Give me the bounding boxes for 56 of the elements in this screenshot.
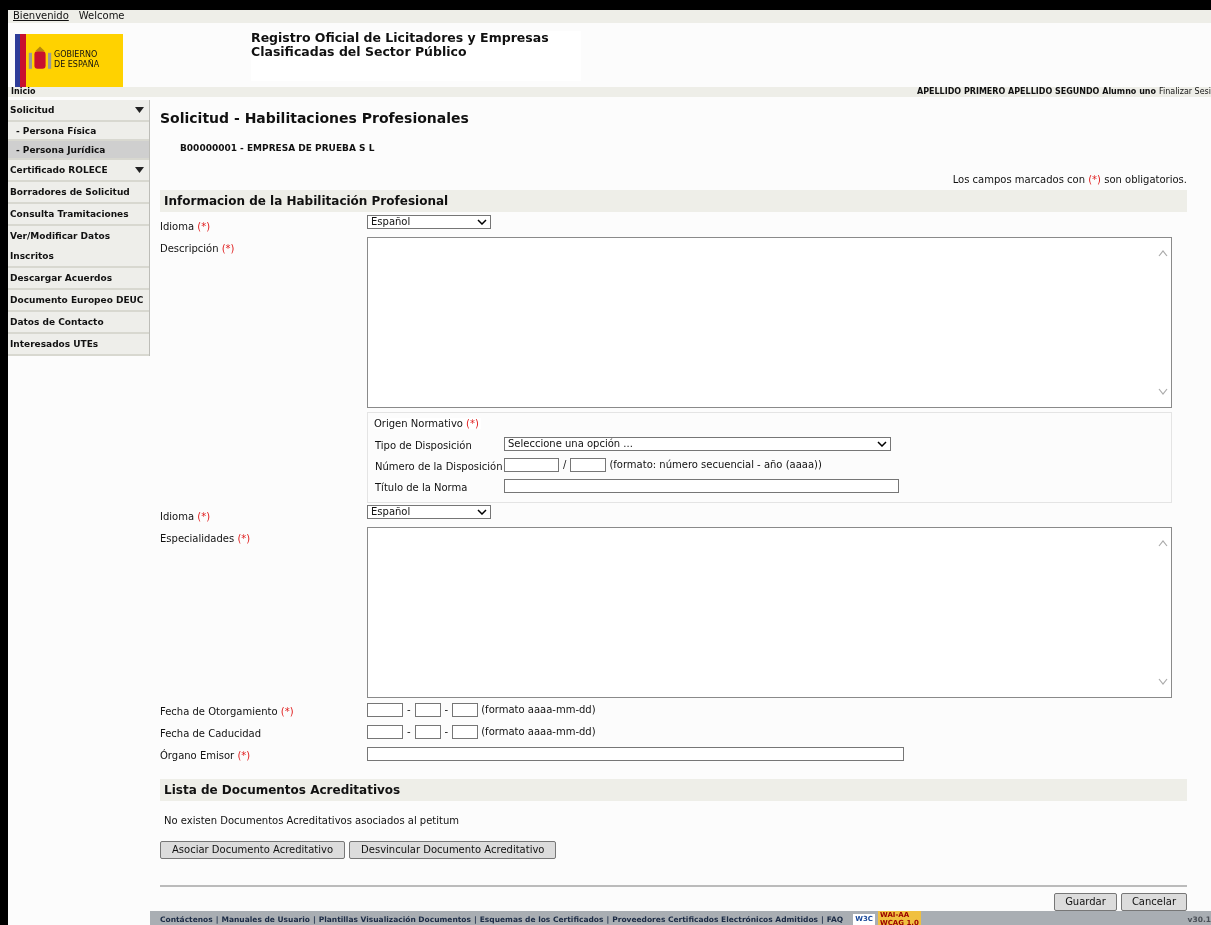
input-field[interactable]: [452, 724, 479, 739]
input-field[interactable]: [367, 746, 904, 761]
field-label: Descripción (*): [160, 242, 235, 254]
document-button[interactable]: Desvincular Documento Acreditativo: [349, 841, 557, 860]
input-field[interactable]: [414, 724, 441, 739]
page-title: Solicitud - Habilitaciones Profesionales: [160, 109, 470, 127]
field-label: Fecha de Otorgamiento (*): [160, 705, 294, 717]
field-label: Número de la Disposición: [375, 460, 503, 472]
input-field[interactable]: [452, 702, 479, 717]
format-hint: (formato aaaa-mm-dd): [481, 703, 596, 716]
field-label: Órgano Emisor (*): [160, 749, 251, 761]
field-label: Especialidades (*): [160, 532, 251, 544]
caret-icon: [477, 508, 487, 515]
dropdown[interactable]: Seleccione una opción ...: [504, 436, 891, 451]
site-title: Registro Oficial de Licitadores y Empresas: [251, 30, 550, 45]
user-name: APELLIDO PRIMERO APELLIDO SEGUNDO Alumno uno: [916, 86, 1156, 97]
field-label: Título de la Norma: [375, 481, 468, 493]
dropdown-arrow-icon[interactable]: [135, 106, 144, 113]
input-field[interactable]: [414, 702, 441, 717]
input-field[interactable]: [504, 478, 899, 493]
logo-text: DE ESPAÑA: [54, 60, 100, 70]
dropdown[interactable]: Español: [367, 504, 491, 519]
input-field[interactable]: [367, 724, 403, 739]
document-button[interactable]: Asociar Documento Acreditativo: [160, 841, 346, 860]
home-link[interactable]: Inicio: [11, 86, 36, 97]
welcome-link[interactable]: Bienvenido: [13, 10, 69, 23]
field-label: Idioma (*): [160, 510, 211, 522]
logout-link[interactable]: Finalizar Sesi: [1159, 86, 1211, 97]
separator-text: -: [406, 725, 412, 738]
separator-text: /: [562, 458, 568, 471]
dropdown[interactable]: Español: [367, 214, 491, 229]
action-button[interactable]: Cancelar: [1120, 893, 1187, 912]
format-hint: (formato: número secuencial - año (aaaa)): [609, 458, 822, 471]
format-hint: (formato aaaa-mm-dd): [481, 725, 596, 738]
logo-text: GOBIERNO: [54, 50, 99, 59]
section-header: Informacion de la Habilitación Profesional: [160, 189, 1187, 212]
field-label: Tipo de Disposición: [375, 439, 472, 451]
site-title: Clasificadas del Sector Público: [251, 44, 468, 59]
action-button[interactable]: Guardar: [1054, 893, 1117, 912]
company-name: B00000001 - EMPRESA DE PRUEBA S L: [180, 143, 376, 155]
field-label: Idioma (*): [160, 220, 211, 232]
section-header: Lista de Documentos Acreditativos: [160, 778, 1187, 801]
required-note: Los campos marcados con (*) son obligatorios.: [952, 174, 1187, 187]
input-field[interactable]: [570, 457, 607, 472]
empty-message: No existen Documentos Acreditativos asociados al petitum: [164, 814, 461, 828]
separator-text: -: [443, 725, 450, 738]
input-field[interactable]: [367, 702, 403, 717]
fieldset-legend: Origen Normativo (*): [374, 417, 481, 429]
dropdown-arrow-icon[interactable]: [135, 166, 144, 173]
field-label: Fecha de Caducidad: [160, 727, 262, 739]
input-field[interactable]: [504, 457, 559, 472]
caret-icon: [477, 218, 487, 225]
separator-text: -: [443, 703, 450, 716]
welcome-text: Welcome: [78, 10, 125, 23]
caret-icon: [877, 440, 887, 447]
separator-text: -: [406, 703, 412, 716]
